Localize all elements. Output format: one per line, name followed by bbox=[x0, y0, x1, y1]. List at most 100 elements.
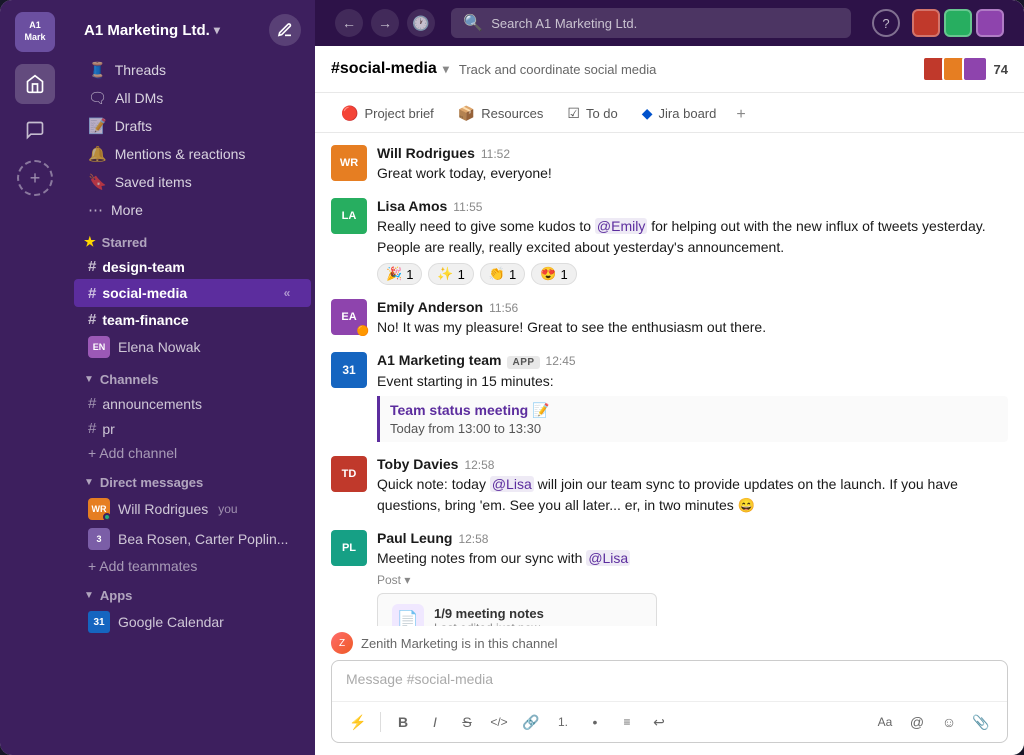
zenith-notice: Z Zenith Marketing is in this channel bbox=[315, 626, 1024, 660]
sidebar-channel-design-team[interactable]: # design-team bbox=[74, 254, 311, 279]
reaction-pill[interactable]: 🎉 1 bbox=[377, 263, 422, 285]
help-button[interactable]: ? bbox=[872, 9, 900, 37]
message-time: 11:52 bbox=[481, 147, 510, 161]
mention-lisa-2: @Lisa bbox=[586, 550, 630, 566]
drafts-icon: 📝 bbox=[88, 117, 107, 135]
toolbar-undo-btn[interactable]: ↩ bbox=[645, 708, 673, 736]
sidebar-item-drafts[interactable]: 📝 Drafts bbox=[74, 112, 311, 140]
toolbar-indent-btn[interactable]: ≡ bbox=[613, 708, 641, 736]
sidebar-dm-will[interactable]: WR Will Rodrigues you bbox=[74, 494, 311, 524]
channel-push-pin-icon: « bbox=[277, 283, 297, 303]
messages-area[interactable]: WR Will Rodrigues 11:52 Great work today… bbox=[315, 133, 1024, 626]
reaction-pill[interactable]: ✨ 1 bbox=[428, 263, 473, 285]
apps-collapse-icon: ▼ bbox=[84, 590, 94, 601]
sidebar-app-google-calendar[interactable]: 31 Google Calendar bbox=[74, 607, 311, 637]
toolbar-link-btn[interactable]: 🔗 bbox=[517, 708, 545, 736]
toolbar-code-btn[interactable]: </> bbox=[485, 708, 513, 736]
avatar: PL bbox=[331, 530, 367, 566]
toolbar-italic-btn[interactable]: I bbox=[421, 708, 449, 736]
saved-icon: 🔖 bbox=[88, 173, 107, 191]
tab-resources[interactable]: 📦 Resources bbox=[448, 97, 554, 132]
current-user-avatar[interactable] bbox=[976, 9, 1004, 37]
sidebar-channel-team-finance[interactable]: # team-finance bbox=[74, 307, 311, 332]
apps-section-label[interactable]: ▼ Apps bbox=[70, 578, 315, 607]
sidebar-icon-dms[interactable] bbox=[15, 110, 55, 150]
member-avatars-group[interactable]: 74 bbox=[928, 56, 1008, 82]
sidebar-channel-pr[interactable]: # pr bbox=[74, 416, 311, 441]
dms-collapse-icon: ▼ bbox=[84, 477, 94, 488]
message-body: Will Rodrigues 11:52 Great work today, e… bbox=[377, 145, 1008, 184]
toolbar-emoji-btn[interactable]: ☺ bbox=[935, 708, 963, 736]
sidebar-channel-social-media[interactable]: # social-media « bbox=[74, 279, 311, 307]
project-brief-icon: 🔴 bbox=[341, 105, 358, 122]
sidebar-item-all-dms[interactable]: 🗨 All DMs bbox=[74, 84, 311, 112]
sidebar-item-mentions[interactable]: 🔔 Mentions & reactions bbox=[74, 140, 311, 168]
message-author: Toby Davies bbox=[377, 456, 458, 472]
search-icon: 🔍 bbox=[463, 13, 483, 33]
forward-button[interactable]: → bbox=[371, 9, 399, 37]
mentions-icon: 🔔 bbox=[88, 145, 107, 163]
browser-bar: ← → 🕐 🔍 Search A1 Marketing Ltd. ? bbox=[315, 0, 1024, 46]
document-card[interactable]: 📄 1/9 meeting notes Last edited just now bbox=[377, 593, 657, 626]
workspace-logo[interactable]: A1Mark bbox=[15, 12, 55, 52]
channel-header: #social-media ▾ Track and coordinate soc… bbox=[315, 46, 1024, 93]
history-button[interactable]: 🕐 bbox=[407, 9, 435, 37]
toolbar-ordered-list-btn[interactable]: 1. bbox=[549, 708, 577, 736]
toolbar-mention-btn[interactable]: @ bbox=[903, 708, 931, 736]
message-body: Emily Anderson 11:56 No! It was my pleas… bbox=[377, 299, 1008, 338]
doc-icon: 📄 bbox=[392, 604, 424, 626]
badge-icon: 🟠 bbox=[357, 326, 369, 337]
toolbar-lightning-btn[interactable]: ⚡ bbox=[344, 708, 372, 736]
sidebar-dm-elena[interactable]: EN Elena Nowak bbox=[74, 332, 311, 362]
tab-to-do[interactable]: ☑ To do bbox=[557, 97, 627, 132]
channels-section-label[interactable]: ▼ Channels bbox=[70, 362, 315, 391]
reaction-pill[interactable]: 😍 1 bbox=[531, 263, 576, 285]
toolbar-bold-btn[interactable]: B bbox=[389, 708, 417, 736]
add-workspace-btn[interactable]: + bbox=[17, 160, 53, 196]
workspace-name[interactable]: A1 Marketing Ltd. ▾ bbox=[84, 22, 220, 39]
event-link[interactable]: Team status meeting 📝 bbox=[390, 402, 998, 419]
sidebar-item-saved[interactable]: 🔖 Saved items bbox=[74, 168, 311, 196]
direct-messages-section-label[interactable]: ▼ Direct messages bbox=[70, 465, 315, 494]
toolbar-strikethrough-btn[interactable]: S bbox=[453, 708, 481, 736]
message-input-field[interactable]: Message #social-media bbox=[332, 661, 1007, 701]
icon-sidebar: A1Mark + bbox=[0, 0, 70, 755]
reactions-group: 🎉 1 ✨ 1 👏 1 😍 1 bbox=[377, 263, 1008, 285]
avatar: WR bbox=[331, 145, 367, 181]
sidebar-channel-announcements[interactable]: # announcements bbox=[74, 391, 311, 416]
top-avatar-1[interactable] bbox=[912, 9, 940, 37]
message-author: Lisa Amos bbox=[377, 198, 447, 214]
tab-jira-board[interactable]: ◆ Jira board bbox=[632, 97, 727, 132]
avatar: EA 🟠 bbox=[331, 299, 367, 335]
main-content: ← → 🕐 🔍 Search A1 Marketing Ltd. ? #soci… bbox=[315, 0, 1024, 755]
toolbar-right-group: Aa @ ☺ 📎 bbox=[871, 708, 995, 736]
toolbar-divider bbox=[380, 712, 381, 732]
message-text: Event starting in 15 minutes: bbox=[377, 371, 1008, 392]
compose-button[interactable] bbox=[269, 14, 301, 46]
back-button[interactable]: ← bbox=[335, 9, 363, 37]
add-tab-button[interactable]: + bbox=[730, 98, 751, 132]
top-avatar-2[interactable] bbox=[944, 9, 972, 37]
channel-title[interactable]: #social-media ▾ bbox=[331, 60, 449, 78]
hash-icon: # bbox=[88, 420, 96, 437]
toolbar-aa-btn[interactable]: Aa bbox=[871, 708, 899, 736]
add-teammates-btn[interactable]: + Add teammates bbox=[74, 554, 311, 578]
add-channel-btn[interactable]: + Add channel bbox=[74, 441, 311, 465]
zenith-notice-text: Zenith Marketing is in this channel bbox=[361, 636, 558, 651]
threads-icon: 🧵 bbox=[88, 61, 107, 79]
tab-project-brief[interactable]: 🔴 Project brief bbox=[331, 97, 444, 132]
toolbar-attach-btn[interactable]: 📎 bbox=[967, 708, 995, 736]
message-body: Paul Leung 12:58 Meeting notes from our … bbox=[377, 530, 1008, 626]
message-author: Will Rodrigues bbox=[377, 145, 475, 161]
sidebar-icon-home[interactable] bbox=[15, 64, 55, 104]
reaction-pill[interactable]: 👏 1 bbox=[480, 263, 525, 285]
global-search-bar[interactable]: 🔍 Search A1 Marketing Ltd. bbox=[451, 8, 851, 38]
post-label[interactable]: Post ▾ bbox=[377, 573, 1008, 587]
sidebar-item-threads[interactable]: 🧵 Threads bbox=[74, 56, 311, 84]
sidebar-dm-group[interactable]: 3 Bea Rosen, Carter Poplin... bbox=[74, 524, 311, 554]
avatar: 31 bbox=[331, 352, 367, 388]
sidebar-item-more[interactable]: ⋯ More bbox=[74, 196, 311, 224]
toolbar-bullet-list-btn[interactable]: • bbox=[581, 708, 609, 736]
table-row: EA 🟠 Emily Anderson 11:56 No! It was my … bbox=[331, 299, 1008, 338]
resources-icon: 📦 bbox=[458, 105, 475, 122]
